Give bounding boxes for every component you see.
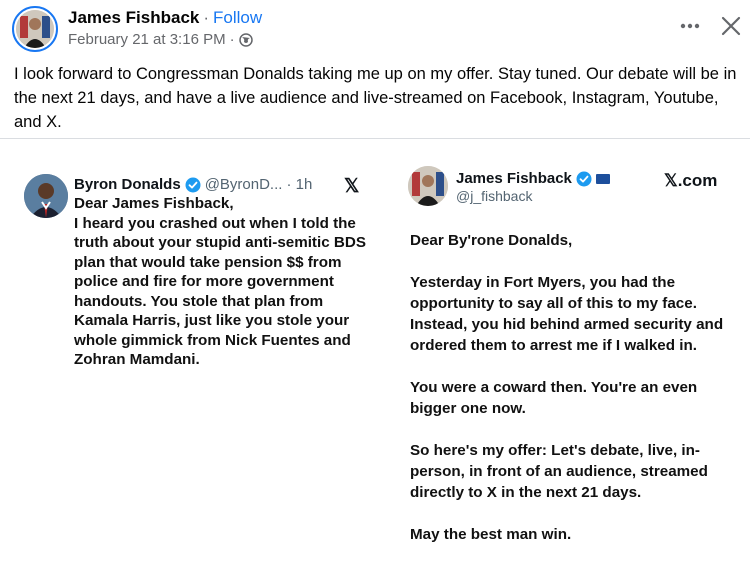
right-tweet-paragraph: So here's my offer: Let's debate, live, … — [410, 442, 708, 501]
author-avatar[interactable] — [12, 6, 58, 52]
right-tweet-header: James Fishback — [456, 170, 610, 187]
meta-separator: · — [229, 31, 235, 48]
right-tweet-paragraph: May the best man win. — [410, 526, 572, 543]
person-silhouette-icon — [16, 10, 54, 48]
post-body-text: I look forward to Congressman Donalds ta… — [14, 65, 737, 131]
verified-badge-icon — [185, 177, 201, 193]
x-com-logo: 𝕏.com — [664, 171, 718, 190]
right-tweet-paragraph: You were a coward then. You're an even b… — [410, 379, 698, 417]
left-tweet-header: Byron Donalds @ByronD... · 1h — [74, 176, 312, 193]
person-silhouette-icon — [24, 174, 68, 218]
author-row: James Fishback · Follow — [68, 8, 262, 28]
right-tweet-paragraph: Yesterday in Fort Myers, you had the opp… — [410, 274, 724, 354]
left-tweet-age: · 1h — [286, 176, 313, 193]
post-meta: February 21 at 3:16 PM · — [68, 31, 253, 48]
avatar-image — [16, 10, 54, 48]
left-tweet-avatar — [24, 174, 68, 218]
follow-button[interactable]: Follow — [213, 8, 262, 27]
separator-dot: · — [203, 8, 210, 27]
right-tweet-body: Dear By'rone Donalds, Yesterday in Fort … — [410, 230, 740, 566]
right-tweet-avatar — [408, 166, 448, 206]
right-tweet-paragraph: Dear By'rone Donalds, — [410, 232, 573, 249]
flag-icon — [595, 173, 610, 184]
close-button[interactable] — [716, 11, 746, 41]
globe-icon — [238, 32, 253, 47]
left-tweet-body: Dear James Fishback, I heard you crashed… — [74, 195, 366, 368]
divider — [0, 138, 750, 139]
person-silhouette-icon — [408, 166, 448, 206]
right-tweet-handle: @j_fishback — [456, 188, 533, 204]
left-tweet-name: Byron Donalds — [74, 176, 181, 193]
left-tweet-handle: @ByronD... — [204, 176, 283, 193]
right-tweet-name: James Fishback — [456, 170, 572, 187]
more-options-button[interactable] — [676, 12, 704, 40]
author-name[interactable]: James Fishback — [68, 8, 199, 27]
more-horizontal-icon — [680, 23, 700, 29]
close-icon — [721, 16, 741, 36]
post-header: James Fishback · Follow February 21 at 3:1… — [0, 0, 750, 56]
verified-badge-icon — [576, 171, 592, 187]
post-timestamp[interactable]: February 21 at 3:16 PM — [68, 31, 226, 48]
